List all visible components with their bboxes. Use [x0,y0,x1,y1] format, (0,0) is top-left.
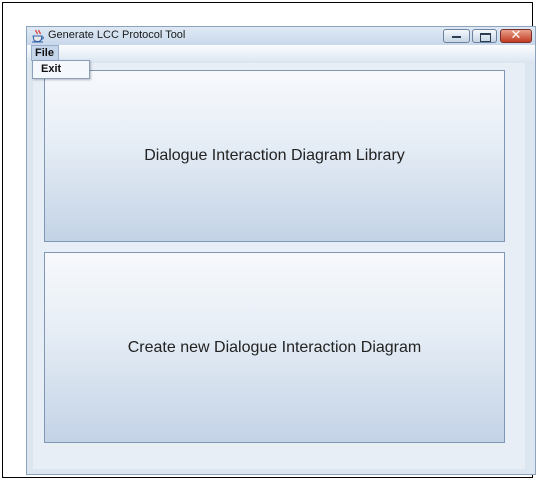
maximize-button[interactable] [472,29,497,43]
minimize-button[interactable] [443,29,470,43]
java-coffee-cup-icon [31,29,45,43]
file-dropdown-menu: Exit [32,60,90,79]
close-button[interactable]: ✕ [500,28,532,43]
close-icon: ✕ [510,28,522,43]
app-window: Generate LCC Protocol Tool ✕ File Dialog… [26,26,536,475]
menu-item-exit[interactable]: Exit [34,62,88,77]
create-diagram-label: Create new Dialogue Interaction Diagram [127,338,422,356]
minimize-icon [452,36,461,38]
window-title: Generate LCC Protocol Tool [48,29,186,41]
diagram-library-button[interactable]: Dialogue Interaction Diagram Library [44,70,505,242]
diagram-library-label: Dialogue Interaction Diagram Library [144,147,405,164]
menu-file[interactable]: File [31,45,59,61]
title-bar[interactable]: Generate LCC Protocol Tool ✕ [27,27,535,45]
menu-bar [27,45,535,61]
main-panel: Dialogue Interaction Diagram Library Cre… [33,63,525,469]
maximize-icon [480,33,491,42]
create-diagram-button[interactable]: Create new Dialogue Interaction Diagram [44,252,505,443]
